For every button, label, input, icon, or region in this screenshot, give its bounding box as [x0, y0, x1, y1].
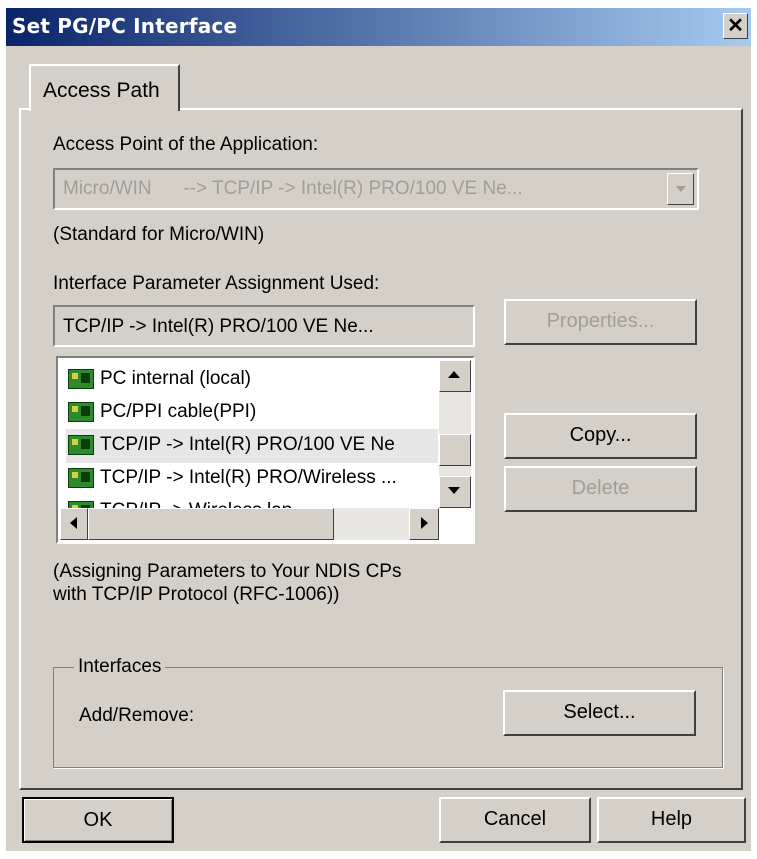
select-button[interactable]: Select...: [503, 690, 696, 736]
interface-list[interactable]: PC internal (local) PC/PPI cable(PPI) TC…: [56, 356, 475, 544]
tab-access-path-label: Access Path: [43, 79, 160, 102]
interface-param-field: TCP/IP -> Intel(R) PRO/100 VE Ne...: [53, 305, 475, 347]
list-item-label: TCP/IP -> Intel(R) PRO/Wireless ...: [100, 467, 397, 488]
properties-button-label: Properties...: [546, 310, 655, 332]
access-point-dropdown[interactable]: Micro/WIN --> TCP/IP -> Intel(R) PRO/100…: [53, 168, 699, 210]
interfaces-group-title: Interfaces: [74, 656, 166, 678]
set-pg-pc-interface-dialog: Set PG/PC Interface ✕ Access Path Access…: [6, 8, 751, 851]
window-title: Set PG/PC Interface: [12, 14, 238, 38]
close-button[interactable]: ✕: [723, 13, 748, 39]
help-button-label: Help: [650, 808, 693, 830]
horizontal-scrollbar[interactable]: [60, 508, 439, 540]
delete-button-label: Delete: [571, 477, 630, 499]
description-line-1: (Assigning Parameters to Your NDIS CPs: [53, 561, 402, 582]
scroll-left-button[interactable]: [60, 508, 88, 540]
arrow-up-icon: [448, 371, 460, 378]
access-point-label: Access Point of the Application:: [53, 134, 319, 155]
access-point-value: Micro/WIN --> TCP/IP -> Intel(R) PRO/100…: [63, 178, 523, 199]
add-remove-label: Add/Remove:: [79, 705, 195, 726]
list-item-label: PC internal (local): [100, 368, 251, 389]
access-point-note: (Standard for Micro/WIN): [53, 224, 265, 245]
list-item-label: TCP/IP -> Intel(R) PRO/100 VE Ne: [100, 434, 395, 455]
network-card-icon: [68, 369, 94, 389]
ok-button[interactable]: OK: [22, 797, 174, 843]
properties-button[interactable]: Properties...: [504, 299, 697, 345]
cancel-button[interactable]: Cancel: [439, 797, 591, 843]
arrow-right-icon: [421, 517, 428, 529]
arrow-down-icon: [448, 487, 460, 494]
description-line-2: with TCP/IP Protocol (RFC-1006)): [53, 584, 340, 605]
list-item[interactable]: PC/PPI cable(PPI): [66, 396, 438, 430]
list-item-label: PC/PPI cable(PPI): [100, 401, 257, 422]
title-bar[interactable]: Set PG/PC Interface ✕: [6, 8, 751, 46]
copy-button[interactable]: Copy...: [504, 413, 697, 459]
chevron-down-icon: [676, 186, 686, 192]
dropdown-arrow-button[interactable]: [667, 173, 694, 205]
network-card-icon: [68, 402, 94, 422]
list-item[interactable]: TCP/IP -> Intel(R) PRO/Wireless ...: [66, 462, 438, 496]
interface-param-value: TCP/IP -> Intel(R) PRO/100 VE Ne...: [63, 316, 374, 337]
interface-param-label: Interface Parameter Assignment Used:: [53, 273, 380, 294]
vertical-scroll-thumb[interactable]: [439, 434, 471, 466]
scroll-down-button[interactable]: [439, 476, 471, 508]
cancel-button-label: Cancel: [483, 808, 547, 830]
select-button-label: Select...: [563, 701, 636, 723]
horizontal-scroll-thumb[interactable]: [88, 508, 334, 540]
list-item-selected[interactable]: TCP/IP -> Intel(R) PRO/100 VE Ne: [66, 429, 438, 463]
tab-access-path[interactable]: Access Path: [29, 64, 180, 111]
arrow-left-icon: [70, 517, 77, 529]
scroll-right-button[interactable]: [409, 508, 439, 540]
network-card-icon: [68, 435, 94, 455]
ok-button-label: OK: [83, 809, 113, 831]
help-button[interactable]: Help: [597, 797, 746, 843]
list-item[interactable]: PC internal (local): [66, 363, 438, 397]
close-icon: ✕: [727, 15, 744, 37]
scroll-up-button[interactable]: [439, 360, 471, 392]
copy-button-label: Copy...: [569, 424, 632, 446]
vertical-scrollbar[interactable]: [439, 360, 471, 508]
delete-button[interactable]: Delete: [504, 466, 697, 512]
network-card-icon: [68, 468, 94, 488]
